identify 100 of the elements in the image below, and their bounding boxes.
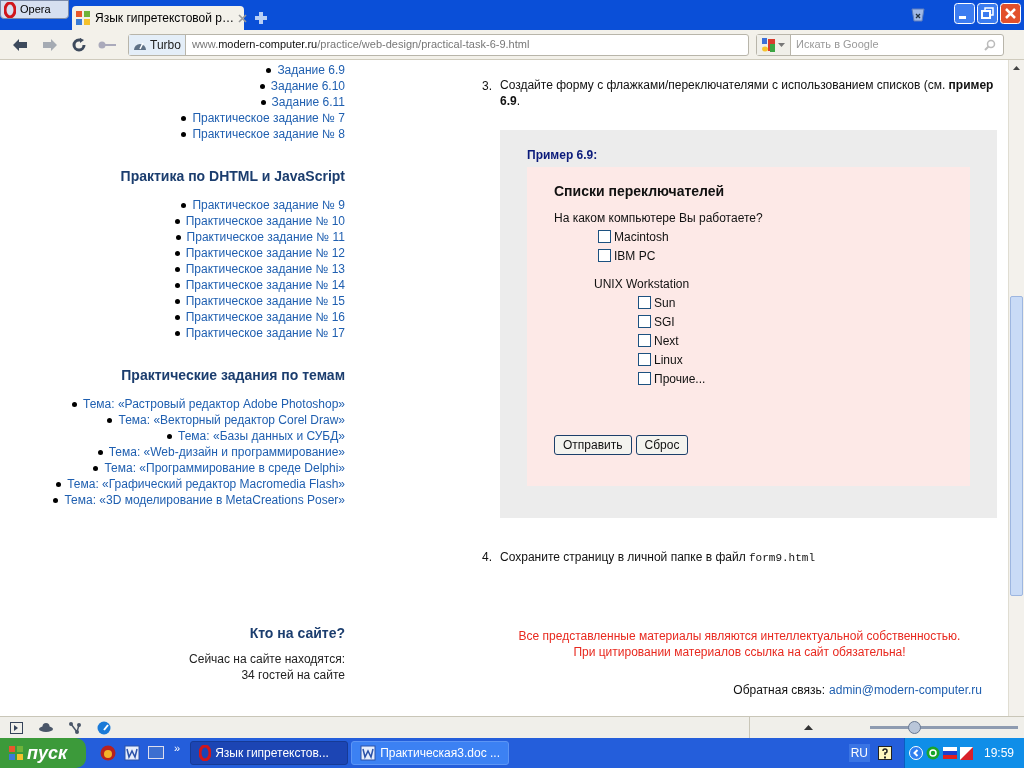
trash-icon[interactable] (910, 5, 926, 22)
bullet-icon (259, 83, 265, 89)
triangle-up-icon[interactable] (804, 725, 813, 730)
checkbox-label: Macintosh (614, 228, 669, 246)
checkbox[interactable] (638, 334, 651, 347)
sidebar-link[interactable]: Практическое задание № 16 (185, 308, 345, 326)
section-heading: Практические задания по темам (121, 366, 345, 385)
form-heading: Списки переключателей (554, 182, 726, 201)
clock: 19:59 (984, 745, 1015, 762)
sidebar-link[interactable]: Задание 6.11 (271, 93, 345, 111)
sidebar-link[interactable]: Задание 6.9 (277, 61, 345, 79)
close-icon[interactable] (238, 13, 247, 23)
zoom-slider[interactable] (867, 721, 1021, 734)
checkbox[interactable] (598, 230, 611, 243)
bullet-icon (175, 234, 181, 240)
search-engine-button[interactable] (757, 34, 791, 55)
form-button[interactable]: Сброс (635, 435, 689, 455)
section-heading: Кто на сайте? (249, 624, 345, 643)
checkbox[interactable] (598, 249, 611, 262)
sidebar-link[interactable]: Практическое задание № 13 (185, 260, 345, 278)
share-icon[interactable] (69, 721, 81, 734)
sidebar-link[interactable]: Практическое задание № 8 (192, 125, 345, 143)
sidebar-link[interactable]: Практическое задание № 14 (185, 276, 345, 294)
online-text: Сейчас на сайте находятся: (189, 651, 345, 666)
browser-icon[interactable] (100, 745, 116, 761)
taskbar-button[interactable]: Практическая3.doc ... (351, 741, 510, 765)
bullet-icon (56, 481, 62, 487)
sidebar-link[interactable]: Практическое задание № 17 (185, 324, 345, 342)
sidebar-link[interactable]: Тема: «Векторный редактор Corel Draw» (118, 411, 345, 429)
cloud-icon[interactable] (39, 723, 53, 732)
bullet-icon (93, 465, 99, 471)
flag-icon[interactable] (943, 747, 957, 759)
word-icon[interactable] (124, 745, 140, 761)
checkbox-label: SGI (654, 313, 675, 331)
sidebar-link[interactable]: Тема: «3D моделирование в MetaCreations Poser» (64, 491, 345, 509)
windows-flag-icon (75, 10, 91, 26)
taskbar-button[interactable]: Язык гипретекстов... (190, 741, 349, 765)
sidebar-link[interactable]: Тема: «Web-дизайн и программирование» (108, 443, 345, 461)
checkbox[interactable] (638, 315, 651, 328)
bullet-icon (174, 298, 180, 304)
task-text: Сохраните страницу в личной папке в файл form9.html (500, 549, 815, 566)
google-logo-icon (762, 37, 776, 52)
sidebar-link[interactable]: Тема: «Программирование в среде Delphi» (104, 459, 345, 477)
sidebar-link[interactable]: Практическое задание № 9 (192, 196, 345, 214)
bullet-icon (174, 218, 180, 224)
checkbox[interactable] (638, 296, 651, 309)
reload-icon[interactable] (72, 37, 86, 52)
bullet-icon (174, 314, 180, 320)
chevron-left-icon[interactable] (909, 746, 923, 760)
sidebar-link[interactable]: Практическое задание № 12 (185, 244, 345, 262)
sidebar-link[interactable]: Тема: «Графический редактор Macromedia Flash» (67, 475, 345, 493)
copyright-notice: Все представленные материалы являются интеллектуальной собственностью. (518, 627, 961, 643)
example-caption: Пример 6.9: (527, 147, 599, 164)
minimize-icon[interactable] (954, 3, 975, 24)
desktop-icon[interactable] (148, 746, 164, 760)
email-link[interactable]: admin@modern-computer.ru (829, 680, 982, 699)
opera-menu-button[interactable]: Opera (0, 0, 69, 19)
sidebar-link[interactable]: Задание 6.10 (270, 77, 345, 95)
panel-icon[interactable] (10, 721, 23, 734)
bullet-icon (174, 330, 180, 336)
checkbox-label: IBM PC (614, 247, 656, 265)
form-question: На каком компьютере Вы работаете? (554, 210, 764, 227)
sidebar-link[interactable]: Практическое задание № 10 (185, 212, 345, 230)
sidebar-link[interactable]: Практическое задание № 15 (185, 292, 345, 310)
bullet-icon (167, 433, 173, 439)
bullet-icon (97, 449, 103, 455)
windows-flag-icon (8, 745, 24, 761)
speed-dial-icon[interactable] (97, 720, 111, 735)
scrollbar[interactable] (1008, 60, 1024, 716)
list-number: 3. (482, 78, 493, 95)
scrollbar-thumb[interactable] (1010, 296, 1023, 596)
word-icon (360, 745, 377, 761)
bullet-icon (174, 250, 180, 256)
back-icon[interactable] (12, 37, 28, 52)
language-indicator[interactable]: RU (848, 744, 870, 762)
browser-tab[interactable]: Язык гипретекстовой р… (72, 6, 244, 30)
copyright-notice: При цитировании материалов ссылка на сайт обязательна! (573, 643, 906, 659)
form-button[interactable]: Отправить (554, 435, 632, 455)
bullet-icon (107, 417, 113, 423)
bullet-icon (71, 401, 77, 407)
at-sign-icon[interactable] (926, 746, 940, 760)
sidebar-link[interactable]: Тема: «Растровый редактор Adobe Photoshop» (82, 395, 345, 413)
help-icon[interactable] (878, 746, 892, 760)
checkbox-label: Sun (654, 294, 676, 312)
sidebar-link[interactable]: Тема: «Базы данных и СУБД» (178, 427, 345, 445)
checkbox-label: Прочие... (654, 370, 706, 388)
bullet-icon (260, 99, 266, 105)
start-button[interactable]: пуск (0, 738, 86, 768)
checkbox[interactable] (638, 353, 651, 366)
task-text: Создайте форму с флажками/переключателями с использованием списков (см. пример 6.9. (500, 77, 995, 109)
restore-icon[interactable] (977, 3, 998, 24)
antivirus-icon[interactable] (960, 746, 973, 760)
sidebar-link[interactable]: Практическое задание № 11 (186, 228, 345, 246)
slider-thumb[interactable] (907, 721, 921, 734)
opera-logo-icon (4, 1, 16, 18)
checkbox-label: Next (654, 332, 679, 350)
new-tab-icon[interactable] (254, 11, 268, 25)
more-arrows[interactable]: » (174, 740, 181, 757)
checkbox[interactable] (638, 372, 651, 385)
sidebar-link[interactable]: Практическое задание № 7 (192, 109, 345, 127)
